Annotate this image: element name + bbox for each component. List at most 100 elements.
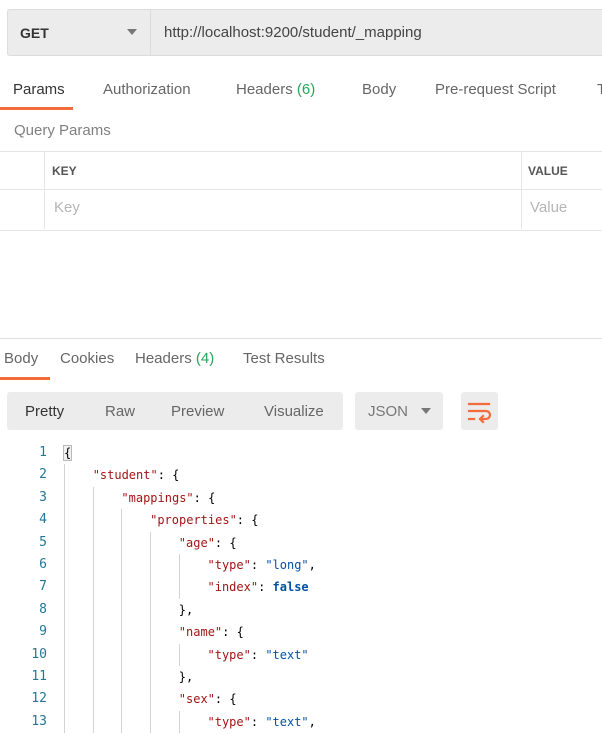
- tab-params[interactable]: Params: [13, 81, 65, 98]
- indent-guide: [64, 598, 65, 622]
- indent-guide: [150, 710, 152, 734]
- column-divider: [44, 151, 45, 229]
- format-select[interactable]: JSON: [355, 392, 443, 430]
- json-key: "type": [207, 714, 251, 729]
- wrap-lines-icon: [467, 402, 492, 424]
- line-number: 6: [39, 556, 47, 572]
- code-line: 9 "name": {: [0, 621, 602, 644]
- view-preview-button[interactable]: Preview: [171, 392, 224, 430]
- wrap-lines-button[interactable]: [461, 392, 498, 430]
- tab-label: T: [597, 81, 602, 98]
- json-key: "properties": [150, 513, 237, 528]
- view-raw-button[interactable]: Raw: [105, 392, 135, 430]
- json-punctuation: :: [250, 714, 266, 729]
- value-input[interactable]: Value: [530, 199, 567, 216]
- response-tab-body[interactable]: Body: [4, 350, 38, 367]
- tab-count-badge: (4): [195, 350, 215, 367]
- tab-label: Test Results: [243, 350, 325, 367]
- line-number: 8: [39, 601, 47, 617]
- indent-guide: [64, 710, 65, 734]
- line-number: 1: [39, 445, 47, 460]
- json-punctuation: },: [178, 669, 194, 684]
- indent-guide: [121, 531, 123, 554]
- indent-guide: [121, 643, 123, 666]
- tab-headers[interactable]: Headers (6): [236, 81, 315, 98]
- code-line: 13 "type": "text",: [0, 710, 602, 734]
- line-number: 7: [39, 579, 47, 595]
- code-text: "type": "text",: [208, 711, 316, 733]
- response-body-editor[interactable]: 1{2 "student": {3 "mappings": {4 "propertie…: [0, 442, 602, 734]
- json-punctuation: },: [178, 602, 194, 617]
- code-text: "type": "text": [208, 644, 309, 666]
- code-line: 11},: [0, 665, 602, 689]
- indent-guide: [64, 486, 65, 510]
- indent-guide: [150, 643, 152, 666]
- column-header-value: VALUE: [528, 164, 568, 178]
- indent-guide: [150, 531, 152, 554]
- json-punctuation: : {: [236, 513, 259, 528]
- code-text: "name": {: [179, 621, 244, 643]
- json-key: "age": [178, 535, 215, 550]
- code-line: 8},: [0, 598, 602, 622]
- indent-guide: [92, 531, 94, 554]
- code-text: "age": {: [179, 532, 237, 554]
- tab-authorization[interactable]: Authorization: [103, 81, 191, 98]
- format-label: JSON: [368, 402, 409, 420]
- indent-guide: [150, 688, 152, 711]
- line-number: 5: [39, 534, 47, 550]
- view-pretty-button[interactable]: Pretty: [25, 392, 64, 430]
- response-tab-headers[interactable]: Headers (4): [135, 350, 214, 367]
- indent-guide: [121, 665, 123, 689]
- indent-guide: [150, 665, 152, 689]
- url-text: http://localhost:9200/student/_mapping: [164, 24, 422, 41]
- json-punctuation: : {: [193, 490, 216, 505]
- indent-guide: [121, 621, 123, 644]
- tab-count-badge: (6): [296, 81, 316, 98]
- indent-guide: [92, 509, 94, 532]
- json-key: "index": [207, 580, 259, 595]
- json-punctuation: : {: [222, 625, 244, 640]
- code-line: 3 "mappings": {: [0, 486, 602, 510]
- indent-guide: [92, 621, 94, 644]
- json-punctuation: ,: [308, 557, 316, 572]
- chevron-down-icon: [127, 29, 137, 35]
- indent-guide: [150, 621, 152, 644]
- tab-t[interactable]: T: [597, 81, 602, 98]
- tab-label: Headers: [135, 350, 192, 367]
- method-select[interactable]: GET: [7, 9, 151, 56]
- tab-body[interactable]: Body: [362, 81, 396, 98]
- tab-label: Headers: [236, 81, 293, 98]
- indent-guide: [92, 598, 94, 622]
- code-line: 5 "age": {: [0, 531, 602, 554]
- indent-guide: [121, 688, 123, 711]
- view-visualize-button[interactable]: Visualize: [264, 392, 324, 430]
- indent-guide: [150, 576, 152, 599]
- tab-pre-request-script[interactable]: Pre-request Script: [435, 81, 556, 98]
- code-text: },: [179, 599, 193, 621]
- json-key: "sex": [178, 692, 215, 707]
- indent-guide: [178, 710, 180, 734]
- response-tab-cookies[interactable]: Cookies: [60, 350, 114, 367]
- tab-label: Body: [4, 350, 39, 367]
- indent-guide: [64, 509, 65, 532]
- indent-guide: [92, 553, 94, 577]
- json-key: "type": [207, 557, 251, 572]
- code-text: "type": "long",: [208, 554, 316, 576]
- url-input[interactable]: http://localhost:9200/student/_mapping: [164, 9, 422, 56]
- query-params-table: [0, 151, 602, 231]
- line-number: 3: [39, 489, 47, 505]
- pane-divider[interactable]: [0, 338, 602, 339]
- code-text: },: [179, 666, 193, 688]
- line-number: 2: [39, 467, 47, 483]
- indent-guide: [64, 553, 65, 577]
- key-input[interactable]: Key: [54, 199, 80, 216]
- indent-guide: [64, 665, 65, 689]
- code-line: 6 "type": "long",: [0, 553, 602, 577]
- chevron-down-icon: [421, 408, 431, 414]
- code-line: 7 "index": false: [0, 576, 602, 599]
- active-response-tab-indicator: [0, 377, 50, 380]
- json-key: "student": [92, 468, 158, 483]
- response-tab-test-results[interactable]: Test Results: [243, 350, 325, 367]
- json-key: "name": [178, 625, 223, 640]
- json-punctuation: : {: [214, 692, 237, 707]
